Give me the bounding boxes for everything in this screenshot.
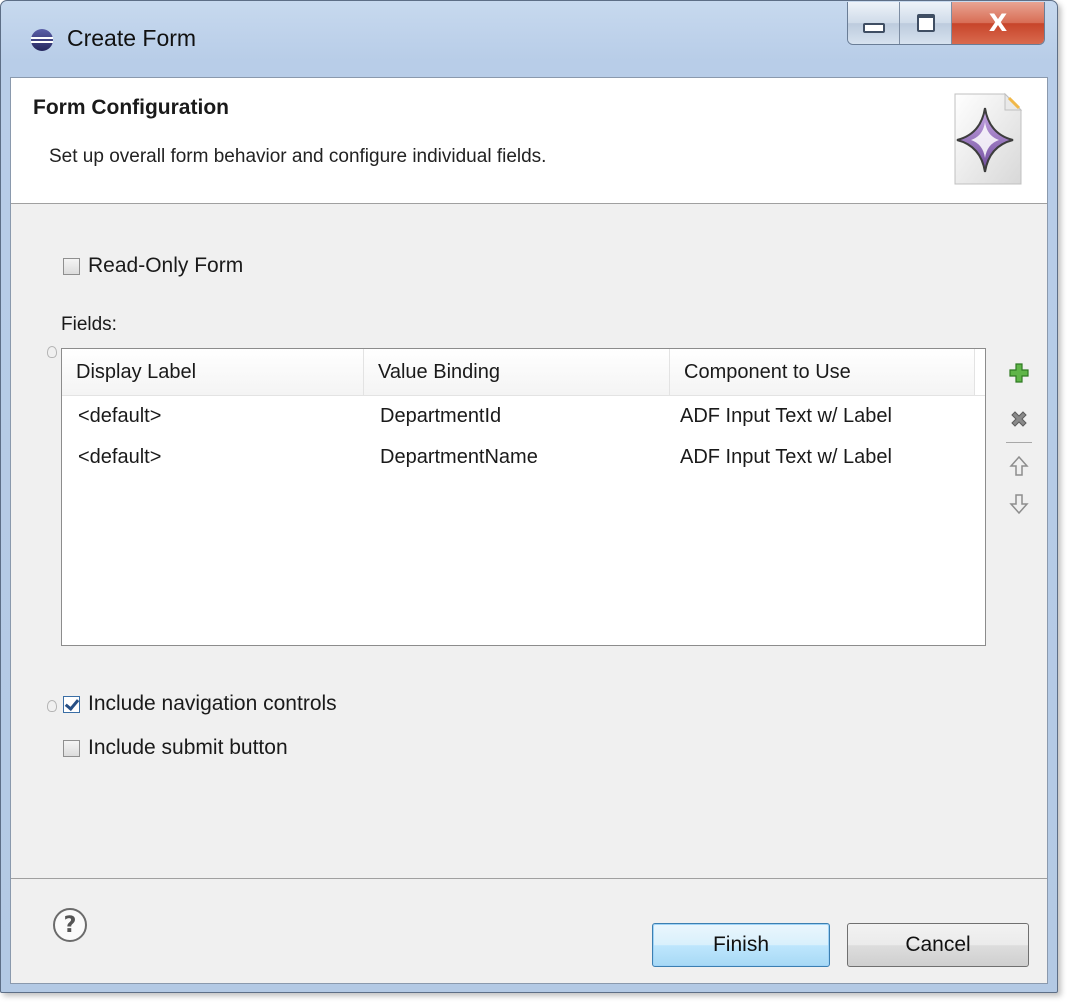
window-title: Create Form: [67, 25, 197, 51]
move-up-icon: [1009, 455, 1029, 476]
hint-bulb-icon: [47, 700, 57, 712]
delete-field-button[interactable]: [1004, 396, 1034, 442]
eclipse-app-icon: [31, 29, 53, 51]
navigation-label: Include navigation controls: [88, 692, 337, 715]
table-row[interactable]: <default> DepartmentName ADF Input Text …: [62, 437, 985, 478]
table-header: Display Label Value Binding Component to…: [62, 349, 985, 396]
minimize-button[interactable]: [848, 2, 900, 44]
read-only-checkbox[interactable]: [63, 257, 80, 275]
help-button[interactable]: ?: [53, 908, 87, 942]
window-controls: X: [847, 2, 1045, 45]
maximize-icon: [916, 14, 935, 32]
dialog-window: Create Form X Form Configuration Set up …: [0, 0, 1058, 993]
fields-table[interactable]: Display Label Value Binding Component to…: [61, 348, 986, 646]
page-title: Form Configuration: [33, 96, 229, 119]
close-icon: X: [988, 9, 1008, 37]
cancel-button[interactable]: Cancel: [847, 923, 1029, 967]
minimize-icon: [862, 23, 885, 33]
cell-component: ADF Input Text w/ Label: [680, 405, 892, 427]
cell-value-binding: DepartmentName: [380, 446, 538, 468]
form-wizard-icon: [954, 92, 1023, 185]
submit-checkbox[interactable]: [63, 739, 80, 757]
cell-component: ADF Input Text w/ Label: [680, 446, 892, 468]
column-header-value-binding[interactable]: Value Binding: [364, 349, 670, 395]
page-description: Set up overall form behavior and configu…: [49, 146, 547, 167]
navigation-checkbox[interactable]: [63, 695, 80, 713]
add-icon: [1009, 363, 1029, 383]
move-down-icon: [1009, 494, 1029, 515]
navigation-option[interactable]: Include navigation controls: [63, 692, 337, 716]
dialog-client-area: Form Configuration Set up overall form b…: [10, 77, 1048, 984]
table-row[interactable]: <default> DepartmentId ADF Input Text w/…: [62, 396, 985, 437]
maximize-button[interactable]: [900, 2, 952, 44]
help-icon: ?: [63, 912, 77, 938]
cell-display-label: <default>: [78, 405, 162, 427]
cell-display-label: <default>: [78, 446, 162, 468]
read-only-label: Read-Only Form: [88, 254, 244, 277]
move-down-button[interactable]: [1004, 481, 1034, 527]
hint-bulb-icon: [47, 346, 57, 358]
add-field-button[interactable]: [1004, 350, 1034, 396]
delete-icon: [1011, 411, 1027, 427]
finish-button[interactable]: Finish: [652, 923, 830, 967]
read-only-option[interactable]: Read-Only Form: [63, 254, 243, 278]
table-toolbar: [1004, 350, 1034, 527]
column-header-component[interactable]: Component to Use: [670, 349, 975, 395]
cell-value-binding: DepartmentId: [380, 405, 502, 427]
column-header-display-label[interactable]: Display Label: [62, 349, 364, 395]
footer-divider: [11, 878, 1047, 879]
header-banner: Form Configuration Set up overall form b…: [11, 78, 1047, 204]
close-button[interactable]: X: [952, 2, 1044, 44]
fields-label: Fields:: [61, 314, 117, 335]
submit-option[interactable]: Include submit button: [63, 736, 288, 760]
submit-label: Include submit button: [88, 736, 288, 759]
title-bar[interactable]: Create Form X: [1, 1, 1057, 77]
